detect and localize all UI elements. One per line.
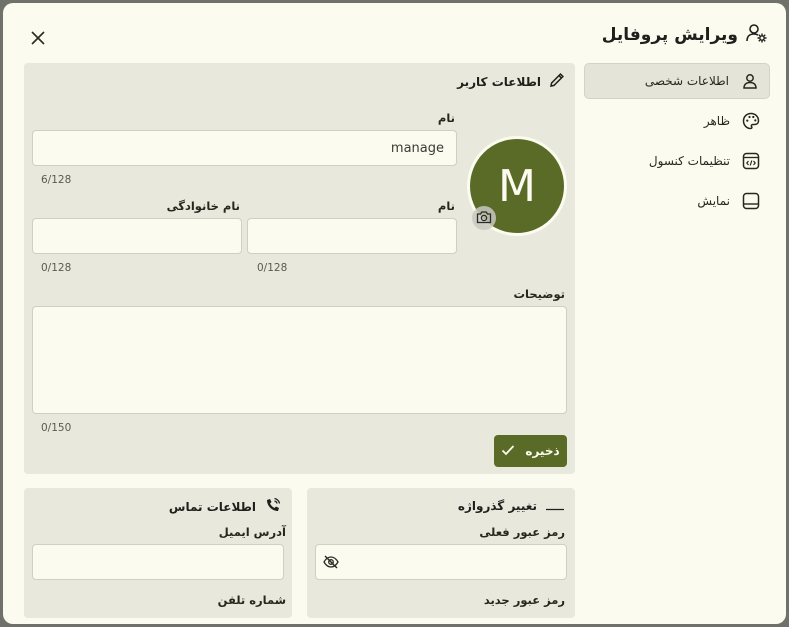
description-textarea[interactable]	[33, 307, 566, 413]
camera-icon	[476, 209, 492, 228]
sidebar-item-appearance[interactable]: ظاهر	[584, 103, 770, 139]
last-name-label: نام خانوادگی	[166, 199, 240, 213]
current-password-input[interactable]	[316, 545, 566, 579]
user-info-header: اطلاعات کاربر	[457, 72, 565, 91]
change-password-header: *** تغییر گذرواژه	[457, 496, 565, 514]
description-label: توضیحات	[513, 287, 566, 301]
sidebar-item-label: ظاهر	[703, 114, 730, 128]
last-name-counter: 0/128	[41, 262, 72, 274]
name-field[interactable]	[32, 130, 457, 166]
change-avatar-button[interactable]	[472, 206, 496, 230]
first-name-field[interactable]	[247, 218, 457, 254]
name-label: نام	[437, 111, 455, 125]
sidebar-item-label: نمایش	[697, 194, 730, 208]
person-icon	[741, 72, 759, 90]
name-counter: 6/128	[41, 174, 72, 186]
contact-info-panel: اطلاعات تماس آدرس ایمیل شماره تلفن	[24, 488, 292, 618]
sidebar-item-console-settings[interactable]: تنظیمات کنسول	[584, 143, 770, 179]
sidebar-item-label: اطلاعات شخصی	[644, 74, 729, 88]
name-input[interactable]	[33, 131, 456, 165]
email-input[interactable]	[33, 545, 283, 579]
phone-label: شماره تلفن	[217, 593, 286, 607]
user-info-panel: اطلاعات کاربر نام 6/128 نام 0/128 نام خا…	[24, 63, 575, 474]
last-name-field[interactable]	[32, 218, 242, 254]
email-field[interactable]	[32, 544, 284, 580]
email-label: آدرس ایمیل	[218, 525, 286, 539]
contact-info-header: اطلاعات تماس	[169, 497, 282, 516]
checkmark-icon	[501, 444, 515, 459]
eye-off-icon[interactable]	[323, 554, 339, 574]
current-password-label: رمز عبور فعلی	[479, 525, 565, 539]
close-button[interactable]	[25, 25, 51, 51]
avatar-initial: M	[498, 160, 536, 212]
change-password-panel: *** تغییر گذرواژه رمز عبور فعلی رمز عبور…	[307, 488, 575, 618]
first-name-counter: 0/128	[257, 262, 288, 274]
first-name-label: نام	[437, 199, 455, 213]
contact-info-heading: اطلاعات تماس	[168, 499, 256, 514]
save-label: ذخیره	[525, 444, 560, 458]
dialog-header: ویرایش پروفایل	[602, 23, 768, 47]
password-dots-icon: ***	[528, 496, 565, 514]
first-name-input[interactable]	[248, 219, 456, 253]
edit-profile-dialog: ویرایش پروفایل اطلاعات شخصی ظاهر تنظیمات…	[3, 3, 786, 624]
description-counter: 0/150	[41, 422, 72, 434]
current-password-field[interactable]	[315, 544, 567, 580]
settings-sidebar: اطلاعات شخصی ظاهر تنظیمات کنسول نمایش	[584, 63, 770, 223]
dialog-title: ویرایش پروفایل	[601, 25, 738, 45]
console-icon	[742, 152, 760, 170]
new-password-label: رمز عبور جدید	[483, 593, 565, 607]
user-info-heading: اطلاعات کاربر	[457, 74, 541, 89]
display-icon	[742, 192, 760, 210]
description-field[interactable]	[32, 306, 567, 414]
palette-icon	[742, 112, 760, 130]
user-settings-icon	[746, 23, 768, 47]
sidebar-item-display[interactable]: نمایش	[584, 183, 770, 219]
close-icon	[31, 31, 45, 45]
save-button[interactable]: ذخیره	[494, 435, 567, 467]
sidebar-item-label: تنظیمات کنسول	[648, 154, 730, 168]
last-name-input[interactable]	[33, 219, 241, 253]
sidebar-item-personal-info[interactable]: اطلاعات شخصی	[584, 63, 770, 99]
change-password-heading: تغییر گذرواژه	[457, 498, 537, 513]
phone-call-icon	[264, 497, 282, 516]
pencil-icon	[549, 72, 565, 91]
